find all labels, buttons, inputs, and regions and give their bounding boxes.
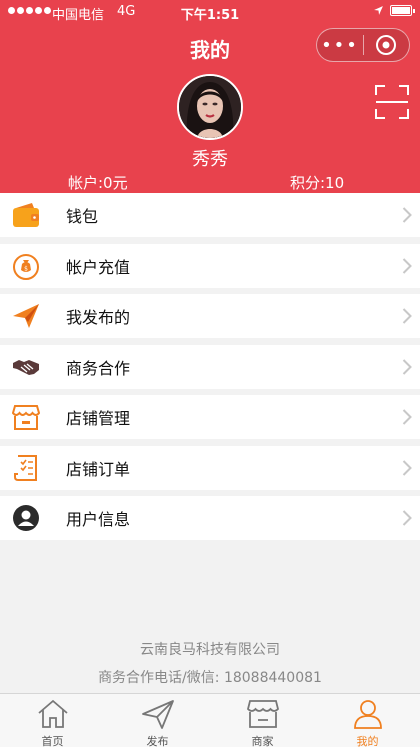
menu-item-label: 商务合作 — [66, 358, 131, 378]
tab-mine[interactable]: 我的 — [315, 694, 420, 747]
menu-item-store-orders[interactable]: 店铺订单 — [0, 445, 420, 490]
chevron-right-icon — [402, 308, 412, 324]
menu-item-label: 用户信息 — [66, 510, 131, 529]
close-miniprogram-icon[interactable] — [364, 34, 409, 56]
menu-item-business-cooperation[interactable]: 商务合作 — [0, 344, 420, 389]
order-list-icon — [14, 454, 37, 481]
send-icon — [142, 700, 174, 729]
menu-item-label: 我发布的 — [66, 308, 131, 327]
money-bag-icon: $ — [13, 253, 39, 280]
chevron-right-icon — [402, 358, 412, 375]
menu-item-label: 帐户充值 — [66, 257, 131, 277]
account-points[interactable]: 积分:10 — [290, 172, 344, 193]
tab-merchants[interactable]: 商家 — [210, 694, 315, 747]
menu-item-store-management[interactable]: 店铺管理 — [0, 395, 420, 439]
paper-plane-icon — [13, 304, 39, 328]
shop-icon — [247, 700, 279, 728]
chevron-right-icon — [402, 207, 412, 223]
company-footer: 云南良马科技有限公司 商务合作电话/微信: 18088440081 — [0, 636, 420, 692]
user-icon — [13, 505, 39, 531]
status-bar: 中国电信 4G 下午1:51 — [0, 0, 420, 24]
home-icon — [38, 699, 68, 728]
handshake-icon — [13, 359, 39, 375]
contact-info: 商务合作电话/微信: 18088440081 — [98, 670, 322, 686]
more-icon[interactable]: ••• — [317, 35, 363, 56]
menu-item-label: 店铺管理 — [66, 409, 131, 428]
scan-qr-icon[interactable] — [374, 84, 410, 120]
account-balance[interactable]: 帐户:0元 — [68, 172, 128, 193]
company-name: 云南良马科技有限公司 — [140, 642, 280, 658]
profile-header: 中国电信 4G 下午1:51 我的 ••• 秀秀 帐户:0元 积分:10 — [0, 0, 420, 193]
menu-item-recharge[interactable]: $ 帐户充值 — [0, 243, 420, 288]
menu-list: 钱包 $ 帐户充值 我发布的 商务合作 店铺管理 店铺订单 用户信息 — [0, 193, 420, 547]
battery-icon — [390, 5, 415, 16]
svg-text:$: $ — [24, 265, 28, 272]
miniprogram-capsule[interactable]: ••• — [316, 28, 410, 62]
chevron-right-icon — [402, 409, 412, 425]
avatar[interactable] — [177, 74, 243, 140]
tab-label: 我的 — [356, 735, 379, 747]
status-time: 下午1:51 — [180, 8, 240, 23]
tab-home[interactable]: 首页 — [0, 694, 105, 747]
tab-bar: 首页 发布 商家 我的 — [0, 693, 420, 747]
menu-item-label: 店铺订单 — [66, 459, 131, 479]
tab-label: 首页 — [41, 735, 64, 747]
profile-icon — [354, 700, 382, 729]
chevron-right-icon — [402, 257, 412, 274]
location-arrow-icon — [374, 6, 383, 15]
menu-item-label: 钱包 — [66, 207, 99, 226]
tab-label: 商家 — [251, 735, 274, 747]
menu-item-user-info[interactable]: 用户信息 — [0, 496, 420, 540]
tab-publish[interactable]: 发布 — [105, 694, 210, 747]
username: 秀秀 — [192, 149, 228, 170]
chevron-right-icon — [402, 510, 412, 526]
chevron-right-icon — [402, 459, 412, 476]
store-icon — [12, 405, 40, 430]
tab-label: 发布 — [146, 735, 169, 747]
wallet-icon — [13, 203, 39, 227]
menu-item-wallet[interactable]: 钱包 — [0, 193, 420, 237]
menu-item-my-posts[interactable]: 我发布的 — [0, 294, 420, 338]
